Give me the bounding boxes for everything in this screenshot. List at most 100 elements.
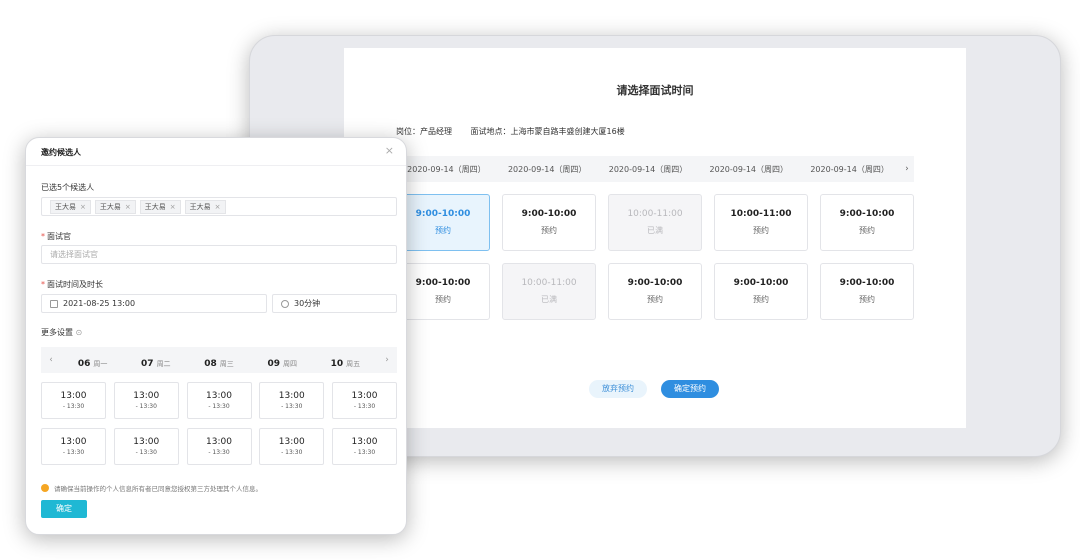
slot-time: 13:00	[351, 391, 378, 401]
modal-header: 邀约候选人 ×	[26, 138, 406, 166]
chevron-left-icon[interactable]: ‹	[41, 355, 61, 365]
modal-time-slot[interactable]: 13:00 - 13:30	[41, 428, 106, 465]
slot-time: 9:00-10:00	[627, 278, 683, 288]
modal-time-slot[interactable]: 13:00 - 13:30	[259, 428, 325, 465]
day-week: 周三	[219, 359, 234, 368]
day-number: 08	[204, 358, 217, 369]
datetime-value: 2021-08-25 13:00	[63, 299, 136, 308]
more-settings-label: 更多设置	[41, 328, 73, 337]
slot-time: 13:00	[133, 391, 160, 401]
location-label: 面试地点：上海市蒙自路丰盛创建大厦16楼	[470, 127, 625, 136]
modal-time-slot[interactable]: 13:00 - 13:30	[186, 382, 252, 419]
position-label: 岗位：产品经理	[396, 127, 452, 136]
interviewer-label-text: 面试官	[47, 232, 71, 241]
tag-close-icon[interactable]: ×	[80, 203, 86, 211]
time-slot[interactable]: 9:00-10:00 预约	[714, 263, 808, 320]
date-tabs: 2020-09-14（周四） 2020-09-14（周四） 2020-09-14…	[396, 156, 914, 182]
privacy-notice: 请确保当前操作的个人信息所有者已同意您授权第三方处理其个人信息。	[41, 483, 262, 493]
slot-range: - 13:30	[281, 403, 303, 410]
modal-time-slot[interactable]: 13:00 - 13:30	[332, 428, 397, 465]
slot-range: - 13:30	[281, 449, 303, 456]
slot-time: 9:00-10:00	[521, 209, 577, 219]
day-tab[interactable]: 09 周四	[251, 351, 314, 370]
slot-status: 预约	[435, 226, 451, 235]
chevron-right-icon[interactable]: ›	[900, 164, 914, 174]
tag-close-icon[interactable]: ×	[125, 203, 131, 211]
date-tab[interactable]: 2020-09-14（周四）	[698, 164, 799, 175]
interview-time-label: * 面试时间及时长	[41, 279, 103, 290]
privacy-notice-text: 请确保当前操作的个人信息所有者已同意您授权第三方处理其个人信息。	[54, 485, 262, 493]
calendar-icon	[50, 299, 58, 308]
slot-status: 预约	[753, 226, 769, 235]
modal-time-slot[interactable]: 13:00 - 13:30	[259, 382, 325, 419]
tag-close-icon[interactable]: ×	[215, 203, 221, 211]
slot-status: 预约	[753, 295, 769, 304]
slot-status: 已满	[541, 295, 557, 304]
modal-title: 邀约候选人	[41, 148, 81, 157]
candidate-tag: 王大易 ×	[184, 199, 226, 214]
slot-range: - 13:30	[135, 449, 157, 456]
date-tab[interactable]: 2020-09-14（周四）	[497, 164, 598, 175]
time-slot[interactable]: 9:00-10:00 预约	[396, 194, 490, 251]
cancel-booking-button[interactable]: 放弃预约	[589, 380, 647, 398]
page-title: 请选择面试时间	[616, 84, 694, 97]
slot-status: 预约	[859, 295, 875, 304]
slot-time: 10:00-11:00	[627, 209, 683, 219]
time-slot: 10:00-11:00 已满	[502, 263, 596, 320]
time-slot[interactable]: 9:00-10:00 预约	[608, 263, 702, 320]
date-tab[interactable]: 2020-09-14（周四）	[396, 164, 497, 175]
slot-time: 13:00	[206, 391, 232, 401]
day-number: 09	[267, 358, 280, 369]
modal-slot-grid: 13:00 - 13:30 13:00 - 13:30 13:00 - 13:30 1…	[41, 382, 397, 465]
candidate-tag: 王大易 ×	[94, 199, 136, 214]
time-slot[interactable]: 10:00-11:00 预约	[714, 194, 808, 251]
confirm-button[interactable]: 确定	[41, 500, 87, 518]
day-tab[interactable]: 10 周五	[314, 351, 377, 370]
candidate-name: 王大易	[99, 202, 121, 211]
modal-time-slot[interactable]: 13:00 - 13:30	[113, 428, 179, 465]
day-tab[interactable]: 07 周二	[124, 351, 187, 370]
modal-time-slot[interactable]: 13:00 - 13:30	[113, 382, 179, 419]
day-tab[interactable]: 06 周一	[61, 351, 124, 370]
confirm-booking-button[interactable]: 确定预约	[661, 380, 719, 398]
slot-time: 9:00-10:00	[415, 209, 471, 219]
modal-time-slot[interactable]: 13:00 - 13:30	[41, 382, 106, 419]
close-icon[interactable]: ×	[385, 144, 394, 157]
datetime-picker[interactable]: 2021-08-25 13:00	[41, 294, 267, 313]
slot-range: - 13:30	[208, 403, 230, 410]
time-slot[interactable]: 9:00-10:00 预约	[396, 263, 490, 320]
modal-time-slot[interactable]: 13:00 - 13:30	[186, 428, 252, 465]
slot-range: - 13:30	[208, 449, 230, 456]
time-slot[interactable]: 9:00-10:00 预约	[502, 194, 596, 251]
day-tab[interactable]: 08 周三	[187, 351, 250, 370]
chevron-right-icon[interactable]: ›	[377, 355, 397, 365]
warning-icon	[41, 484, 49, 492]
chevron-circle-icon: ⊙	[75, 328, 83, 337]
interview-time-label-text: 面试时间及时长	[47, 280, 103, 289]
time-slot[interactable]: 9:00-10:00 预约	[820, 263, 914, 320]
day-week: 周五	[346, 359, 361, 368]
time-slot[interactable]: 9:00-10:00 预约	[820, 194, 914, 251]
day-week: 周四	[282, 359, 297, 368]
required-mark: *	[41, 232, 45, 241]
date-tab[interactable]: 2020-09-14（周四）	[799, 164, 900, 175]
candidate-tag: 王大易 ×	[50, 199, 91, 214]
slot-time: 13:00	[278, 437, 305, 447]
candidates-field[interactable]: 王大易 × 王大易 × 王大易 × 王大易 ×	[41, 197, 397, 216]
tag-close-icon[interactable]: ×	[170, 203, 176, 211]
time-slot: 10:00-11:00 已满	[608, 194, 702, 251]
duration-value: 30分钟	[294, 299, 321, 308]
slot-time: 10:00-11:00	[521, 278, 577, 288]
modal-time-slot[interactable]: 13:00 - 13:30	[332, 382, 397, 419]
clock-icon	[281, 299, 289, 308]
required-mark: *	[41, 280, 45, 289]
more-settings-toggle[interactable]: 更多设置 ⊙	[41, 327, 82, 338]
duration-select[interactable]: 30分钟	[272, 294, 397, 313]
date-tab[interactable]: 2020-09-14（周四）	[598, 164, 699, 175]
slot-time: 10:00-11:00	[730, 209, 792, 219]
day-week: 周一	[93, 359, 108, 368]
day-number: 06	[77, 358, 91, 369]
slot-time: 9:00-10:00	[839, 278, 895, 288]
interviewer-select[interactable]: 请选择面试官	[41, 245, 397, 264]
interviewer-label: * 面试官	[41, 231, 71, 242]
